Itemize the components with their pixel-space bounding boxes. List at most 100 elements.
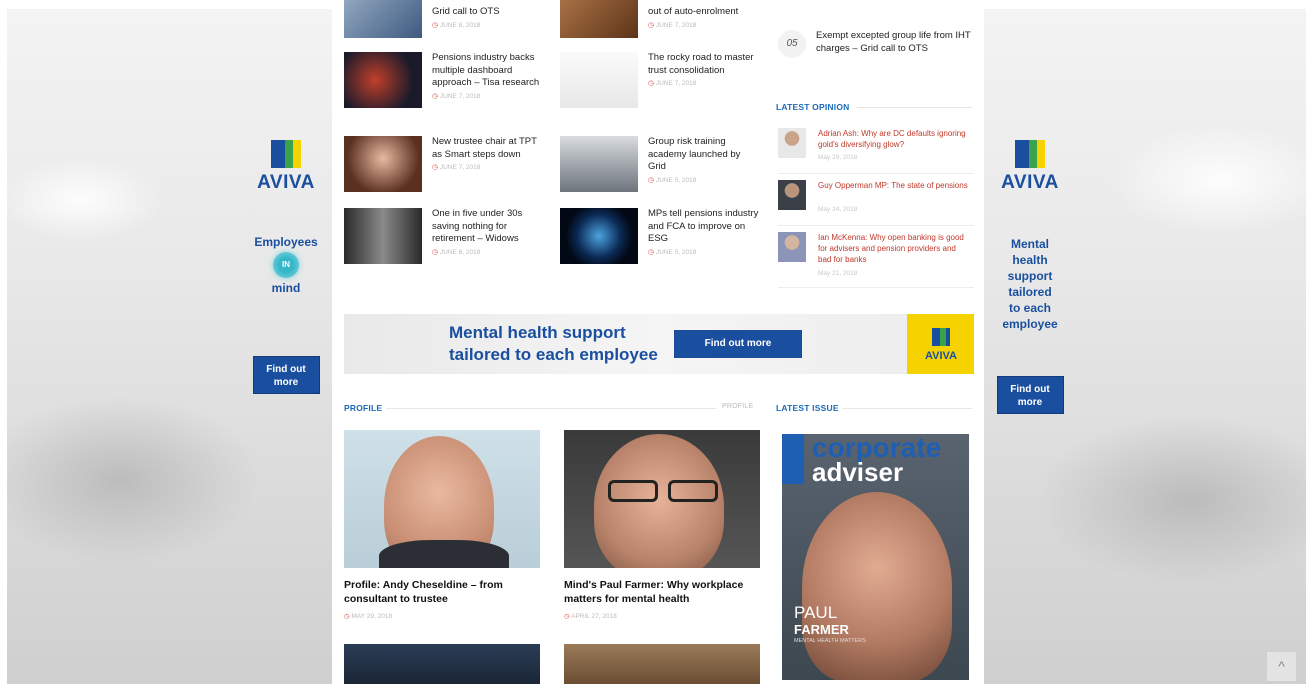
trending-number: 05 [778,30,806,58]
news-title[interactable]: Pensions industry backs multiple dashboa… [432,52,544,90]
news-title[interactable]: The rocky road to master trust consolida… [648,52,760,77]
ad-tagline-bottom: mind [271,281,301,295]
clock-icon: ◷ [648,176,655,184]
clock-icon: ◷ [648,80,655,87]
news-thumbnail[interactable] [344,208,422,264]
trending-title[interactable]: Exempt excepted group life from IHT char… [816,30,976,55]
news-date: ◷ JUNE 7, 2018 [432,92,481,100]
clock-icon: ◷ [344,613,350,620]
opinion-item[interactable]: Adrian Ash: Why are DC defaults ignoring… [778,128,974,174]
profile-title[interactable]: Profile: Andy Cheseldine – from consulta… [344,578,540,606]
aviva-logo-icon [932,328,950,346]
right-edge [1306,0,1313,684]
cover-accent [782,434,804,484]
profile-image[interactable] [564,430,760,568]
scroll-to-top-button[interactable]: ^ [1266,651,1297,682]
opinion-title[interactable]: Ian McKenna: Why open banking is good fo… [818,232,968,265]
profile-date: ◷ MAY 29, 2018 [344,613,393,620]
opinion-date: May 29, 2018 [818,154,858,161]
aviva-brand: AVIVA [257,172,315,193]
news-thumbnail[interactable] [560,0,638,38]
left-ad-find-out-more-button[interactable]: Find out more [252,356,320,394]
news-thumbnail[interactable] [560,52,638,108]
aviva-logo-icon [1015,140,1045,168]
news-date: ◷ JUNE 7, 2018 [648,80,697,87]
clock-icon: ◷ [648,248,655,256]
news-thumbnail[interactable] [560,136,638,192]
banner-ad[interactable]: Mental health support tailored to each e… [344,314,974,374]
news-title[interactable]: Grid call to OTS [432,6,544,19]
clock-icon: ◷ [432,164,439,171]
right-ad-line: employee [1002,317,1058,331]
opinion-item[interactable]: Ian McKenna: Why open banking is good fo… [778,232,974,288]
banner-line: tailored to each employee [449,345,658,364]
news-date: ◷ JUNE 5, 2018 [648,176,697,184]
news-title[interactable]: out of auto-enrolment [648,6,760,19]
right-ad-line: support [1007,269,1053,283]
cover-masthead-bottom: adviser [812,457,904,487]
avatar[interactable] [778,232,806,262]
latest-issue-heading: LATEST ISSUE [776,403,839,413]
opinion-title[interactable]: Guy Opperman MP: The state of pensions [818,180,968,191]
news-title[interactable]: One in five under 30s saving nothing for… [432,208,544,246]
news-date: ◷ JUNE 6, 2018 [432,248,481,256]
news-date: ◷ JUNE 7, 2018 [648,21,697,29]
right-ad-line: health [1012,253,1048,267]
profile-image[interactable] [344,430,540,568]
main-content: Grid call to OTS ◷ JUNE 8, 2018 out of a… [332,0,984,684]
section-divider [857,107,972,108]
latest-opinion-heading: LATEST OPINION [776,102,850,112]
section-divider [842,408,972,409]
news-title[interactable]: MPs tell pensions industry and FCA to im… [648,208,760,246]
clock-icon: ◷ [432,21,439,29]
clock-icon: ◷ [648,21,655,29]
clock-icon: ◷ [432,92,439,100]
news-title[interactable]: New trustee chair at TPT as Smart steps … [432,136,544,161]
news-thumbnail[interactable] [560,208,638,264]
profile-card[interactable]: Profile: Andy Cheseldine – from consulta… [344,430,540,620]
right-ad-line: Mental [1010,237,1049,251]
opinion-date: May 24, 2018 [818,206,858,213]
right-ad-line: tailored [1008,285,1052,299]
magazine-cover[interactable]: corporate adviser PAUL FARMER MENTAL HEA… [782,434,969,680]
avatar[interactable] [778,180,806,210]
profile-title[interactable]: Mind's Paul Farmer: Why workplace matter… [564,578,760,606]
cover-subtitle: MENTAL HEALTH MATTERS [794,638,866,644]
profile-more-link[interactable]: PROFILE [722,403,753,410]
news-thumbnail[interactable] [344,0,422,38]
news-date: ◷ JUNE 7, 2018 [432,164,481,171]
news-thumbnail[interactable] [344,52,422,108]
aviva-brand: AVIVA [925,350,957,362]
opinion-item[interactable]: Guy Opperman MP: The state of pensions M… [778,180,974,226]
profile-heading: PROFILE [344,403,383,413]
profile-card[interactable]: Mind's Paul Farmer: Why workplace matter… [564,430,760,620]
right-ad-find-out-more-button[interactable]: Find out more [996,376,1064,414]
banner-headline: Mental health support tailored to each e… [449,322,658,366]
banner-find-out-more-button[interactable]: Find out more [674,330,802,358]
in-badge-icon: IN [273,252,299,278]
cover-name-line2: FARMER [794,622,849,637]
aviva-brand: AVIVA [1001,172,1059,193]
profile-image[interactable] [344,644,540,684]
clock-icon: ◷ [432,248,439,256]
opinion-date: May 21, 2018 [818,270,858,277]
aviva-logo-icon [271,140,301,168]
section-divider [386,408,716,409]
profile-image[interactable] [564,644,760,684]
opinion-title[interactable]: Adrian Ash: Why are DC defaults ignoring… [818,128,968,150]
avatar[interactable] [778,128,806,158]
clock-icon: ◷ [564,613,570,620]
left-edge [0,0,7,684]
profile-date: ◷ APRIL 27, 2018 [564,613,617,620]
banner-aviva-logo: AVIVA [907,314,974,374]
right-skyscraper-ad[interactable]: AVIVA Mental health support tailored to … [980,140,1080,414]
news-date: ◷ JUNE 8, 2018 [432,21,481,29]
banner-line: Mental health support [449,323,626,342]
news-thumbnail[interactable] [344,136,422,192]
news-title[interactable]: Group risk training academy launched by … [648,136,760,174]
left-skyscraper-ad[interactable]: AVIVA Employees IN mind Find out more [236,140,336,394]
news-date: ◷ JUNE 5, 2018 [648,248,697,256]
cover-name-line1: PAUL [794,603,838,622]
right-ad-text: Mental health support tailored to each e… [980,236,1080,332]
right-ad-line: to each [1008,301,1051,315]
